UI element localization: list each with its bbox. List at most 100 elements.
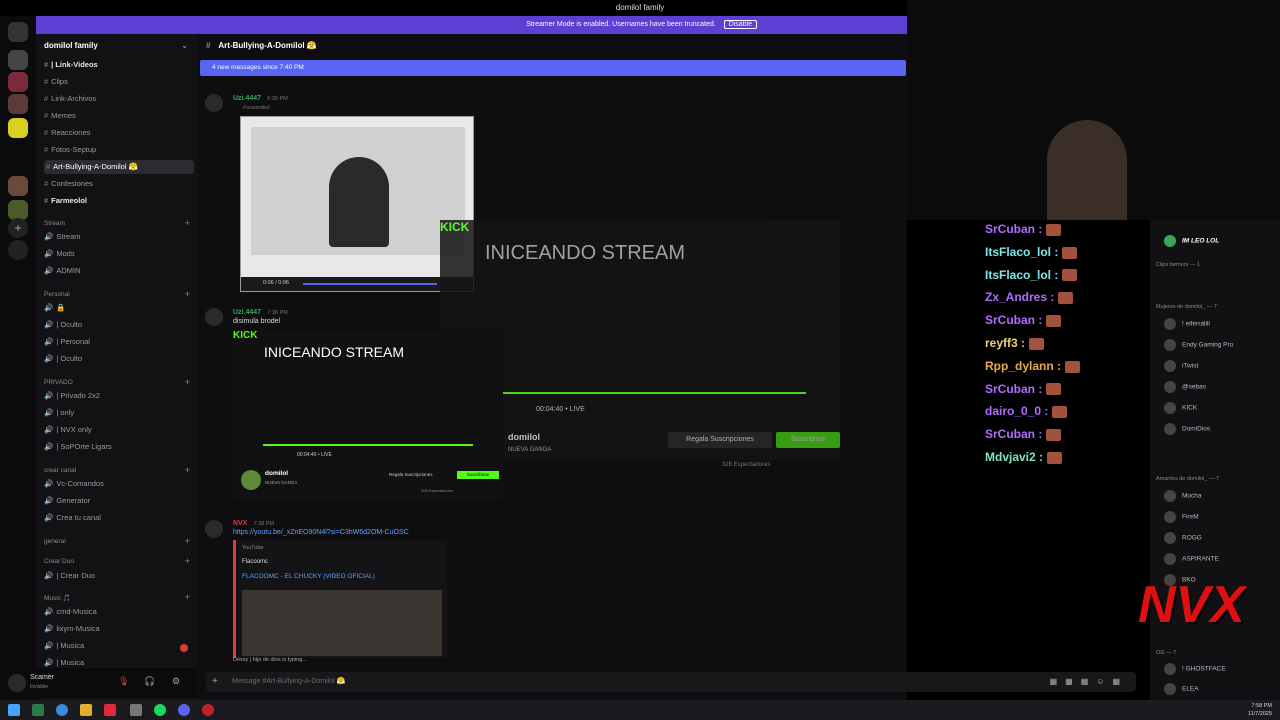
add-channel-icon[interactable]: + [185,536,190,546]
add-channel-icon[interactable]: + [185,592,190,602]
message-author[interactable]: Uzi.4447 [233,95,261,102]
member-item[interactable]: ELEA [1164,683,1199,695]
voice-channel-item[interactable]: 🔊 Stream [44,230,81,244]
member-item[interactable]: iTwist [1164,360,1198,372]
member-item[interactable]: KICK [1164,402,1197,414]
voice-channel-item[interactable]: 🔊 Mods [44,247,75,261]
server-icon[interactable] [8,94,28,114]
member-item[interactable]: ROGG [1164,532,1202,544]
message-author[interactable]: Uzi.4447 [233,309,261,316]
voice-channel-item[interactable]: 🔊 Crea tu canal [44,511,101,525]
channel-label: | Link-Videos [51,60,98,69]
embed-author[interactable]: Flacoomc [242,559,268,565]
mute-icon[interactable]: 🎙 [118,676,129,687]
new-messages-bar[interactable]: 4 new messages since 7:40 PM [200,60,906,76]
category-crear-duo[interactable]: Crear Duo [44,558,74,565]
voice-channel-item[interactable]: 🔊 | Crear Duo [44,569,95,583]
category-privado[interactable]: PRIVADO [44,379,73,386]
voice-channel-item[interactable]: 🔊 | SoPOrte Ligars [44,440,112,454]
member-item[interactable]: ASPIRANTE [1164,553,1219,565]
member-item[interactable]: ! GHOSTFACE [1164,663,1226,675]
category-general[interactable]: general [44,538,66,545]
server-icon[interactable] [8,50,28,70]
member-item[interactable]: FireM [1164,511,1199,523]
server-name[interactable]: domilol family [44,41,98,50]
message-author[interactable]: NVX [233,520,247,527]
member-item[interactable]: Endy Gaming Pro [1164,339,1233,351]
avatar[interactable] [205,308,223,326]
message-link[interactable]: https://youtu.be/_xZnEO90N4l?si=C3hW6d2O… [233,529,409,536]
category-streams[interactable]: Stream [44,220,65,227]
spotify-icon[interactable] [154,704,166,716]
voice-channel-item[interactable]: 🔊 🔒 [44,301,66,315]
app-icon[interactable] [32,704,44,716]
add-channel-icon[interactable]: + [185,218,190,228]
category-music[interactable]: Music 🎵 [44,594,71,602]
add-attachment-icon[interactable]: + [212,672,218,692]
member-item[interactable]: @sebas [1164,381,1206,393]
add-channel-icon[interactable]: + [185,289,190,299]
channel-item[interactable]: # Farmeolol [44,194,87,208]
voice-channel-item[interactable]: 🔊 | Oculto [44,318,82,332]
start-icon[interactable] [8,704,20,716]
video-progress[interactable] [303,283,437,285]
category-personal[interactable]: Personal [44,291,70,298]
server-icon[interactable] [8,72,28,92]
avatar[interactable] [205,94,223,112]
channel-item[interactable]: # | Link-Videos [44,58,98,72]
avatar[interactable] [205,520,223,538]
voice-channel-item[interactable]: 🔊 | NVX only [44,423,92,437]
channel-item[interactable]: # Reacciones [44,126,90,140]
subscribe-button[interactable]: Suscribirse [776,432,840,448]
chevron-down-icon[interactable]: ⌄ [181,41,188,50]
server-icon[interactable] [8,118,28,138]
gear-icon[interactable]: ⚙ [172,676,180,687]
channel-item[interactable]: # Memes [44,109,76,123]
voice-channel-item[interactable]: 🔊 | Personal [44,335,90,349]
disable-button[interactable]: Disable [723,20,757,29]
explore-icon[interactable] [8,240,28,260]
voice-channel-item[interactable]: 🔊 ADMIN [44,264,81,278]
message-composer[interactable]: + Message #Art-Bullying-A-Domilol 😤 ▦▦▦☺… [206,672,1136,692]
add-server-icon[interactable]: + [8,218,28,238]
add-channel-icon[interactable]: + [185,377,190,387]
member-item[interactable]: ! elferralill [1164,318,1210,330]
voice-channel-item[interactable]: 🔊 | Musica [44,639,84,653]
channel-item[interactable]: # Clips [44,75,68,89]
voice-channel-item[interactable]: 🔊 Generator [44,494,90,508]
channel-item[interactable]: # Link-Archivos [44,92,96,106]
composer-tools-icon[interactable]: ▦▦▦☺▦ [1050,672,1128,692]
channel-item[interactable]: # Confesiones [44,177,93,191]
headphones-icon[interactable]: 🎧 [144,676,155,687]
add-channel-icon[interactable]: + [185,556,190,566]
add-channel-icon[interactable]: + [185,465,190,475]
app-icon[interactable] [104,704,116,716]
voice-channel-item[interactable]: 🔊 | only [44,406,74,420]
category-crear-canal[interactable]: crear canal [44,467,76,474]
home-icon[interactable] [8,22,28,42]
voice-channel-item[interactable]: 🔊 cmd-Musica [44,605,97,619]
voice-channel-item[interactable]: 🔊 | Privado 2x2 [44,389,100,403]
member-item[interactable]: IM LEO LOL [1164,235,1219,247]
video-thumbnail[interactable] [242,590,442,656]
video-embed[interactable]: 0:06 / 0:06 [240,116,474,292]
embed-title[interactable]: FLACOOMC - EL CHUCKY (VIDEO OFICIAL) [242,573,375,580]
app-icon[interactable] [130,704,142,716]
channel-item[interactable]: # Art-Bullying-A-Domilol 😤 [44,160,194,174]
server-icon[interactable] [8,200,28,220]
voice-channel-item[interactable]: 🔊 lixym-Musica [44,622,100,636]
avatar[interactable] [8,674,26,692]
voice-channel-item[interactable]: 🔊 Vc-Comandos [44,477,104,491]
server-icon[interactable] [8,176,28,196]
folder-icon[interactable] [80,704,92,716]
stream-image-embed[interactable]: KICK INICEANDO STREAM 00:04:40 • LIVE do… [233,330,503,500]
gift-subs-button[interactable]: Regala Suscripciones [668,432,772,448]
member-item[interactable]: Mocha [1164,490,1202,502]
clock[interactable]: 7:58 PM 11/7/2025 [1248,702,1272,718]
member-item[interactable]: DomiDios [1164,423,1210,435]
channel-item[interactable]: # Fotos-Septup [44,143,96,157]
app-icon[interactable] [202,704,214,716]
discord-icon[interactable] [178,704,190,716]
voice-channel-item[interactable]: 🔊 | Oculto [44,352,82,366]
browser-icon[interactable] [56,704,68,716]
